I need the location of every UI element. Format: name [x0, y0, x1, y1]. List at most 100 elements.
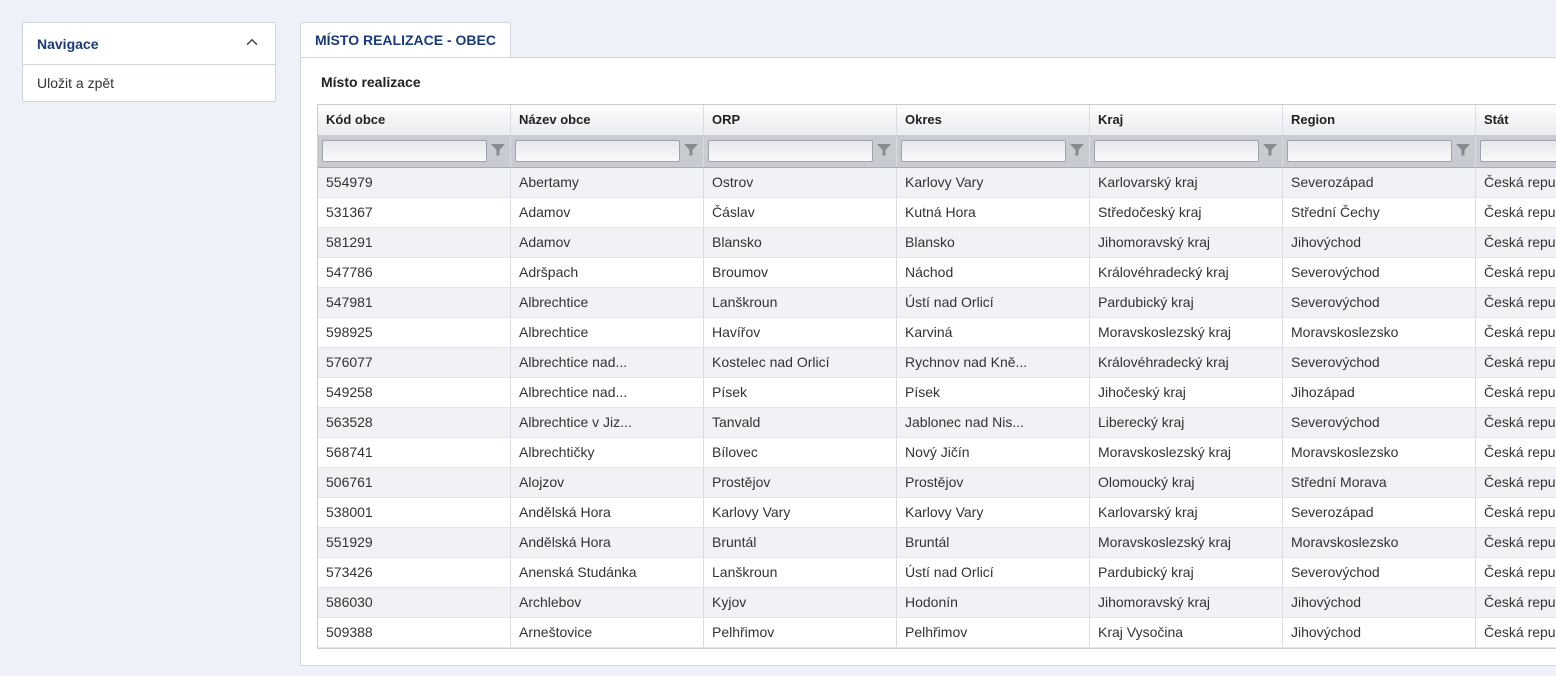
table-cell: Čáslav	[704, 197, 897, 227]
table-cell: Česká republika	[1476, 557, 1556, 587]
table-cell: Jablonec nad Nis...	[897, 407, 1090, 437]
table-cell: Blansko	[897, 227, 1090, 257]
tab-misto-realizace-obec[interactable]: MÍSTO REALIZACE - OBEC	[300, 22, 511, 57]
table-cell: Bílovec	[704, 437, 897, 467]
column-header[interactable]: Okres	[897, 105, 1090, 135]
table-cell: Pelhřimov	[897, 617, 1090, 647]
section-title: Místo realizace	[317, 74, 1556, 90]
filter-icon[interactable]	[490, 142, 506, 161]
table-cell: Česká republika	[1476, 347, 1556, 377]
content-panel: Místo realizace Kód obceNázev obceORPOkr…	[300, 57, 1556, 666]
table-cell: 547981	[318, 287, 511, 317]
left-table: Kód obceNázev obceORPOkresKrajRegionStát…	[317, 104, 1556, 649]
navigation-panel: Navigace Uložit a zpět	[22, 22, 276, 102]
table-cell: Severozápad	[1283, 497, 1476, 527]
filter-icon[interactable]	[683, 142, 699, 161]
table-cell: Česká republika	[1476, 497, 1556, 527]
filter-input[interactable]	[515, 140, 680, 162]
table-cell: Česká republika	[1476, 227, 1556, 257]
table-row[interactable]: 538001Andělská HoraKarlovy VaryKarlovy V…	[318, 497, 1556, 527]
table-cell: Česká republika	[1476, 407, 1556, 437]
table-cell: Písek	[897, 377, 1090, 407]
table-cell: Severovýchod	[1283, 257, 1476, 287]
table-cell: 554979	[318, 167, 511, 197]
table-cell: Albrechtice	[511, 317, 704, 347]
nav-title: Navigace	[37, 36, 98, 52]
table-cell: Jihovýchod	[1283, 617, 1476, 647]
column-header[interactable]: Název obce	[511, 105, 704, 135]
table-cell: Andělská Hora	[511, 497, 704, 527]
table-row[interactable]: 509388ArneštovicePelhřimovPelhřimovKraj …	[318, 617, 1556, 647]
table-row[interactable]: 506761AlojzovProstějovProstějovOlomoucký…	[318, 467, 1556, 497]
table-cell: Adamov	[511, 197, 704, 227]
nav-item-save-back[interactable]: Uložit a zpět	[23, 65, 275, 101]
table-cell: Jihovýchod	[1283, 587, 1476, 617]
table-row[interactable]: 598925AlbrechticeHavířovKarvináMoravskos…	[318, 317, 1556, 347]
table-cell: Česká republika	[1476, 197, 1556, 227]
table-row[interactable]: 581291AdamovBlanskoBlanskoJihomoravský k…	[318, 227, 1556, 257]
table-row[interactable]: 547786AdršpachBroumovNáchodKrálovéhradec…	[318, 257, 1556, 287]
filter-icon[interactable]	[876, 142, 892, 161]
table-cell: Severovýchod	[1283, 407, 1476, 437]
table-cell: Karlovarský kraj	[1090, 167, 1283, 197]
table-cell: Blansko	[704, 227, 897, 257]
table-cell: Ostrov	[704, 167, 897, 197]
filter-icon[interactable]	[1262, 142, 1278, 161]
table-row[interactable]: 586030ArchlebovKyjovHodonínJihomoravský …	[318, 587, 1556, 617]
table-cell: 547786	[318, 257, 511, 287]
table-row[interactable]: 531367AdamovČáslavKutná HoraStředočeský …	[318, 197, 1556, 227]
table-row[interactable]: 563528Albrechtice v Jiz...TanvaldJablone…	[318, 407, 1556, 437]
table-cell: Kutná Hora	[897, 197, 1090, 227]
table-cell: Česká republika	[1476, 437, 1556, 467]
table-cell: 576077	[318, 347, 511, 377]
table-cell: Karlovarský kraj	[1090, 497, 1283, 527]
table-cell: 531367	[318, 197, 511, 227]
column-header[interactable]: Kraj	[1090, 105, 1283, 135]
nav-header[interactable]: Navigace	[23, 23, 275, 65]
table-cell: Lanškroun	[704, 287, 897, 317]
table-cell: Kostelec nad Orlicí	[704, 347, 897, 377]
column-header[interactable]: Region	[1283, 105, 1476, 135]
table-cell: Moravskoslezsko	[1283, 527, 1476, 557]
table-cell: Havířov	[704, 317, 897, 347]
filter-icon[interactable]	[1455, 142, 1471, 161]
table-cell: Broumov	[704, 257, 897, 287]
table-cell: Moravskoslezský kraj	[1090, 437, 1283, 467]
table-row[interactable]: 568741AlbrechtičkyBílovecNový JičínMorav…	[318, 437, 1556, 467]
table-row[interactable]: 549258Albrechtice nad...PísekPísekJihoče…	[318, 377, 1556, 407]
table-cell: Albrechtice	[511, 287, 704, 317]
filter-input[interactable]	[901, 140, 1066, 162]
table-cell: Severozápad	[1283, 167, 1476, 197]
chevron-up-icon	[243, 33, 261, 54]
table-cell: Alojzov	[511, 467, 704, 497]
table-cell: Andělská Hora	[511, 527, 704, 557]
table-cell: Albrechtice nad...	[511, 377, 704, 407]
filter-input[interactable]	[1094, 140, 1259, 162]
filter-input[interactable]	[1480, 140, 1556, 162]
table-cell: Karlovy Vary	[704, 497, 897, 527]
filter-input[interactable]	[1287, 140, 1452, 162]
table-cell: Albrechtice v Jiz...	[511, 407, 704, 437]
table-row[interactable]: 551929Andělská HoraBruntálBruntálMoravsk…	[318, 527, 1556, 557]
table-cell: Česká republika	[1476, 527, 1556, 557]
table-cell: Česká republika	[1476, 467, 1556, 497]
table-cell: Střední Morava	[1283, 467, 1476, 497]
column-header[interactable]: Kód obce	[318, 105, 511, 135]
table-cell: Středočeský kraj	[1090, 197, 1283, 227]
filter-input[interactable]	[322, 140, 487, 162]
table-row[interactable]: 547981AlbrechticeLanškrounÚstí nad Orlic…	[318, 287, 1556, 317]
table-cell: Olomoucký kraj	[1090, 467, 1283, 497]
column-header[interactable]: ORP	[704, 105, 897, 135]
table-cell: Bruntál	[704, 527, 897, 557]
table-row[interactable]: 576077Albrechtice nad...Kostelec nad Orl…	[318, 347, 1556, 377]
table-cell: Liberecký kraj	[1090, 407, 1283, 437]
column-header[interactable]: Stát	[1476, 105, 1556, 135]
table-cell: Česká republika	[1476, 257, 1556, 287]
filter-input[interactable]	[708, 140, 873, 162]
table-row[interactable]: 554979AbertamyOstrovKarlovy VaryKarlovar…	[318, 167, 1556, 197]
table-cell: Česká republika	[1476, 617, 1556, 647]
filter-icon[interactable]	[1069, 142, 1085, 161]
table-cell: Moravskoslezský kraj	[1090, 317, 1283, 347]
table-cell: 586030	[318, 587, 511, 617]
table-row[interactable]: 573426Anenská StudánkaLanškrounÚstí nad …	[318, 557, 1556, 587]
